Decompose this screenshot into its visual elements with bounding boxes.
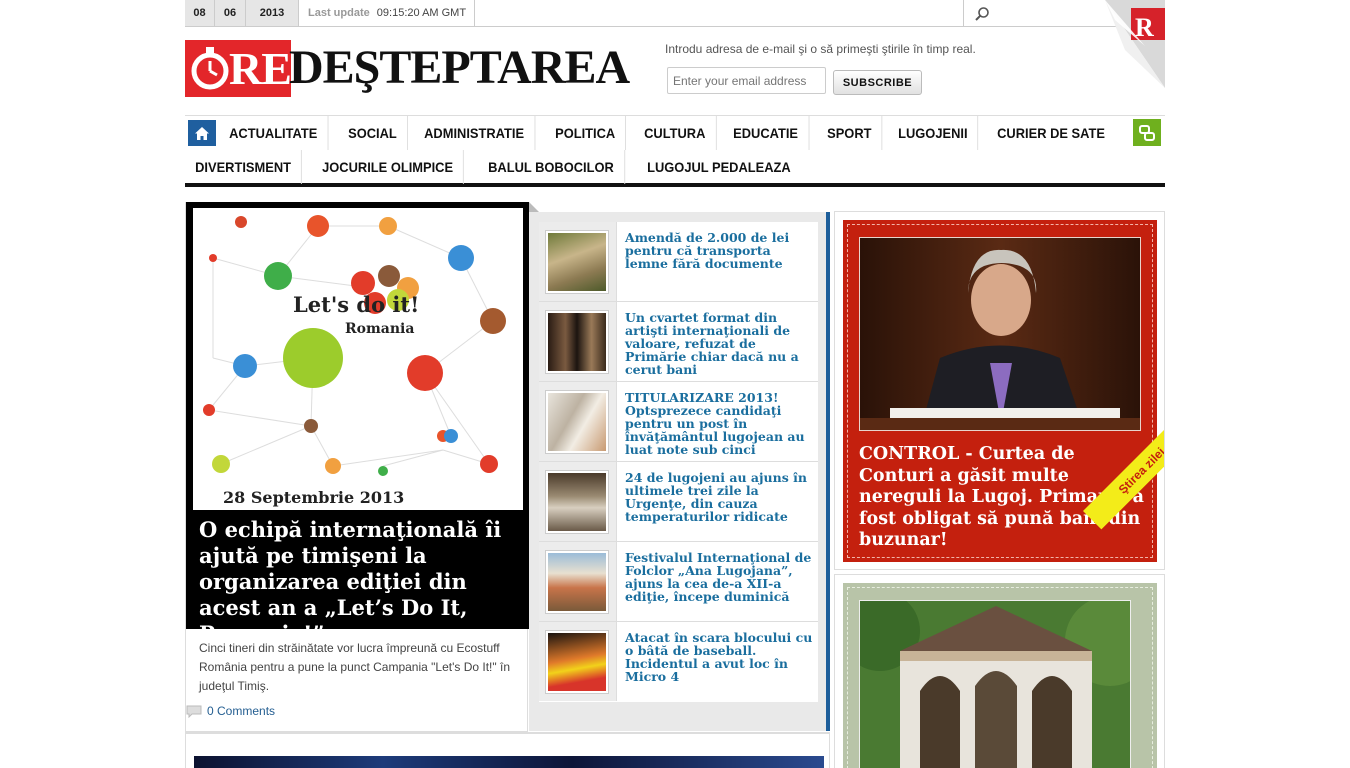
next-article-image[interactable] <box>194 756 824 768</box>
second-featured <box>834 574 1165 768</box>
headline-link[interactable]: Festivalul Internaţional de Folclor „Ana… <box>625 551 813 603</box>
headlines-panel: Amendă de 2.000 de lei pentru că transpo… <box>529 212 830 731</box>
featured-excerpt: Cinci tineri din străinătate vor lucra î… <box>199 641 510 693</box>
list-thumb-frame <box>539 222 617 301</box>
list-thumb-frame <box>539 382 617 461</box>
list-item[interactable]: 24 de lugojeni au ajuns în ultimele trei… <box>539 462 818 542</box>
newsletter-text: Introdu adresa de e-mail şi o să primeşt… <box>665 42 976 56</box>
featured-article: Let's do it! Romania 28 Septembrie 2013 … <box>185 202 529 732</box>
second-panel[interactable] <box>843 583 1157 768</box>
date-month: 06 <box>215 0 246 26</box>
nav-item-educatie[interactable]: EDUCATIE <box>723 116 810 150</box>
poster-subtitle: Romania <box>345 321 414 337</box>
headline-link[interactable]: 24 de lugojeni au ajuns în ultimele trei… <box>625 471 813 523</box>
featured-panel: Let's do it! Romania 28 Septembrie 2013 … <box>186 202 529 646</box>
headline-link[interactable]: Un cvartet format din artişti internaţio… <box>625 311 813 376</box>
switch-view-icon <box>1139 124 1155 141</box>
comment-icon <box>186 705 202 718</box>
nav-item-sport[interactable]: SPORT <box>817 116 883 150</box>
thumbnail-image <box>546 311 608 373</box>
nav-item-balul-bobocilor[interactable]: BALUL BOBOCILOR <box>478 150 625 184</box>
thumbnail-image <box>546 471 608 533</box>
svg-text:R: R <box>1135 13 1154 42</box>
nav-item-curier-de-sate[interactable]: CURIER DE SATE <box>987 116 1115 150</box>
list-item[interactable]: TITULARIZARE 2013! Optsprezece candidaţi… <box>539 382 818 462</box>
last-update-label: Last update <box>308 7 370 19</box>
nav-item-administratie[interactable]: ADMINISTRATIE <box>414 116 535 150</box>
story-panel[interactable]: CONTROL - Curtea de Conturi a găsit mult… <box>843 220 1164 562</box>
next-article <box>185 732 830 768</box>
email-field[interactable] <box>667 67 826 94</box>
date-year: 2013 <box>246 0 299 26</box>
nav-item-cultura[interactable]: CULTURA <box>634 116 717 150</box>
poster-date: 28 Septembrie 2013 <box>223 488 404 507</box>
nav-item-lugojenii[interactable]: LUGOJENII <box>888 116 979 150</box>
official-photo <box>860 238 1140 430</box>
last-update-time: 09:15:20 AM GMT <box>376 7 467 19</box>
last-update: Last update 09:15:20 AM GMT <box>299 0 475 26</box>
headline-link[interactable]: Atacat în scara blocului cu o bâtă de ba… <box>625 631 813 683</box>
story-of-the-day: CONTROL - Curtea de Conturi a găsit mult… <box>834 211 1165 570</box>
date-day: 08 <box>185 0 215 26</box>
thumbnail-image <box>546 551 608 613</box>
nav-row-2: DIVERTISMENT JOCURILE OLIMPICE BALUL BOB… <box>185 150 815 184</box>
pavilion-image[interactable] <box>859 600 1131 768</box>
thumbnail-image <box>546 231 608 293</box>
list-item[interactable]: Amendă de 2.000 de lei pentru că transpo… <box>539 222 818 302</box>
switch-view-button[interactable] <box>1133 119 1161 146</box>
corner-peel-icon[interactable]: R <box>1105 0 1165 90</box>
site-logo[interactable]: RE DEŞTEPTAREA <box>185 40 630 98</box>
featured-title[interactable]: O echipă internaţională îi ajută pe timi… <box>199 517 519 647</box>
nav-item-politica[interactable]: POLITICA <box>545 116 627 150</box>
nav-item-jocurile-olimpice[interactable]: JOCURILE OLIMPICE <box>312 150 465 184</box>
featured-image[interactable]: Let's do it! Romania 28 Septembrie 2013 <box>193 208 523 510</box>
nav-row-1: ACTUALITATE SOCIAL ADMINISTRATIE POLITIC… <box>185 116 1126 150</box>
home-icon <box>195 126 209 140</box>
lets-do-it-poster: Let's do it! Romania 28 Septembrie 2013 <box>203 215 506 507</box>
list-thumb-frame <box>539 622 617 701</box>
list-thumb-frame <box>539 462 617 541</box>
nav-item-actualitate[interactable]: ACTUALITATE <box>219 116 329 150</box>
logo-badge: RE <box>185 40 292 97</box>
clock-icon <box>191 47 229 90</box>
thumbnail-image <box>546 631 608 693</box>
comments-link[interactable]: 0 Comments <box>186 704 275 718</box>
list-corner <box>529 202 539 212</box>
search-button[interactable] <box>963 0 1103 26</box>
top-bar: 08 06 2013 Last update 09:15:20 AM GMT <box>185 0 1165 27</box>
nav-item-social[interactable]: SOCIAL <box>338 116 408 150</box>
headline-link[interactable]: Amendă de 2.000 de lei pentru că transpo… <box>625 231 813 270</box>
thumbnail-image <box>546 391 608 453</box>
list-item[interactable]: Un cvartet format din artişti internaţio… <box>539 302 818 382</box>
list-item[interactable]: Festivalul Internaţional de Folclor „Ana… <box>539 542 818 622</box>
logo-re: RE <box>229 43 292 94</box>
list-thumb-frame <box>539 302 617 381</box>
list-thumb-frame <box>539 542 617 621</box>
headlines-list: Amendă de 2.000 de lei pentru că transpo… <box>539 222 818 702</box>
logo-wordmark: DEŞTEPTAREA <box>289 41 630 94</box>
story-image[interactable] <box>859 237 1141 431</box>
pavilion-photo <box>860 601 1130 768</box>
comments-count: 0 Comments <box>207 704 276 718</box>
nav-item-divertisment[interactable]: DIVERTISMENT <box>185 150 303 184</box>
home-button[interactable] <box>188 120 216 146</box>
nav-item-lugojul-pedaleaza[interactable]: LUGOJUL PEDALEAZA <box>637 150 801 184</box>
search-icon <box>975 7 989 21</box>
subscribe-button[interactable]: SUBSCRIBE <box>833 70 922 95</box>
headline-link[interactable]: TITULARIZARE 2013! Optsprezece candidaţi… <box>625 391 813 456</box>
list-item[interactable]: Atacat în scara blocului cu o bâtă de ba… <box>539 622 818 702</box>
poster-title: Let's do it! <box>293 292 419 317</box>
main-nav: ACTUALITATE SOCIAL ADMINISTRATIE POLITIC… <box>185 115 1165 187</box>
